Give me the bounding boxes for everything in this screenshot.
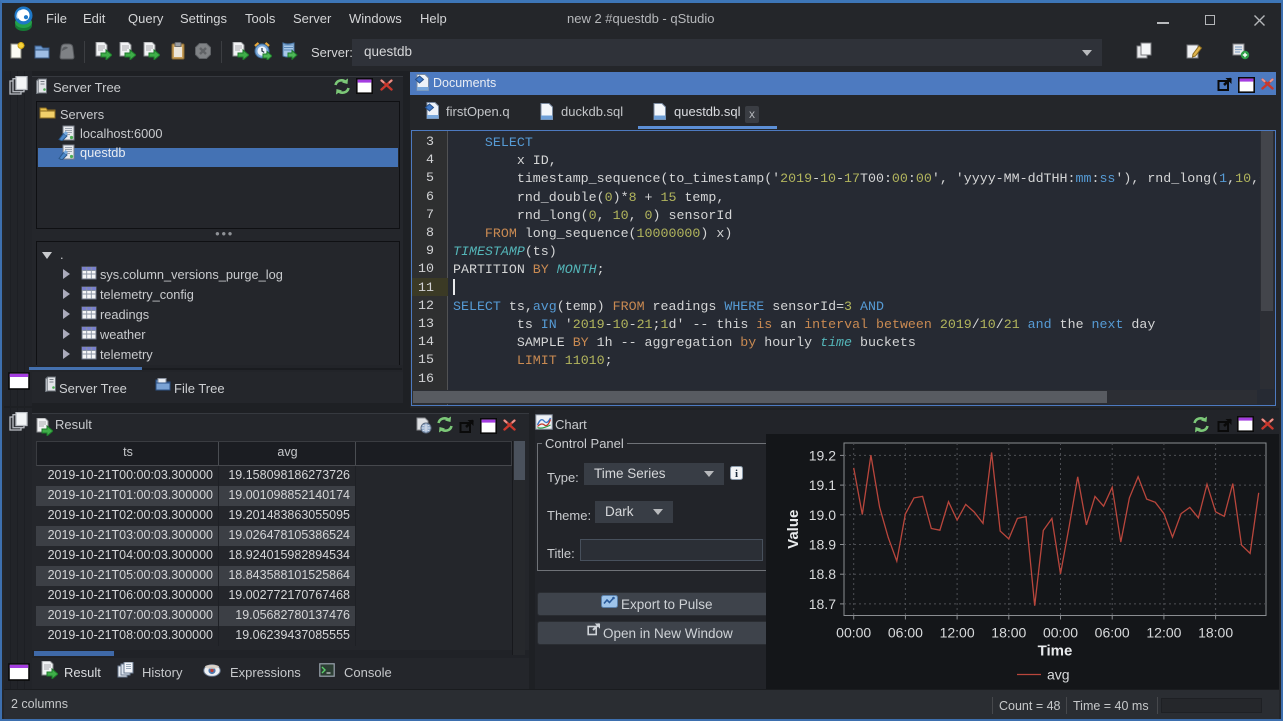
svg-text:19.1: 19.1 xyxy=(809,477,836,493)
svg-text:avg: avg xyxy=(1047,667,1070,683)
svg-text:06:00: 06:00 xyxy=(888,625,923,641)
svg-text:12:00: 12:00 xyxy=(1146,625,1181,641)
svg-text:18.8: 18.8 xyxy=(809,566,836,582)
svg-text:19.2: 19.2 xyxy=(809,447,836,463)
svg-text:00:00: 00:00 xyxy=(836,625,871,641)
svg-text:Time: Time xyxy=(1038,643,1073,660)
svg-text:00:00: 00:00 xyxy=(1043,625,1078,641)
svg-text:06:00: 06:00 xyxy=(1095,625,1130,641)
svg-text:12:00: 12:00 xyxy=(940,625,975,641)
svg-text:19.0: 19.0 xyxy=(809,507,836,523)
svg-text:18:00: 18:00 xyxy=(991,625,1026,641)
svg-text:Value: Value xyxy=(785,510,802,549)
svg-text:i: i xyxy=(735,468,738,480)
svg-text:18.7: 18.7 xyxy=(809,596,836,612)
svg-text:18.9: 18.9 xyxy=(809,537,836,553)
svg-text:18:00: 18:00 xyxy=(1198,625,1233,641)
